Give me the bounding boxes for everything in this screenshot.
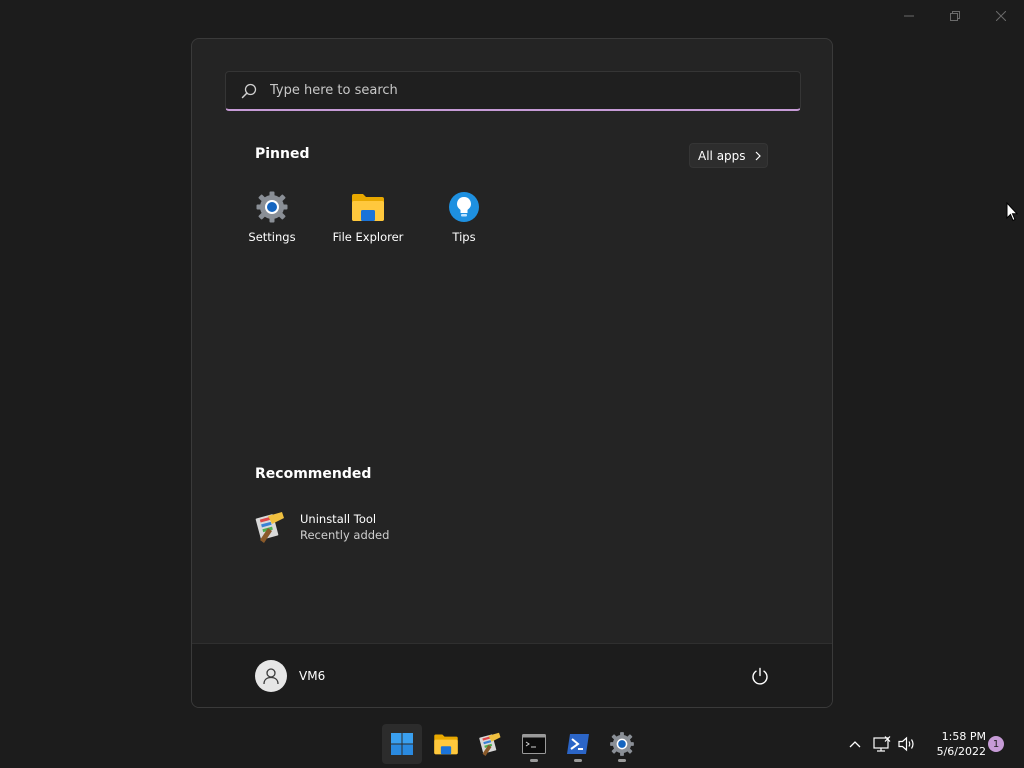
minimize-icon xyxy=(904,15,914,17)
pinned-app-file-explorer[interactable]: File Explorer xyxy=(320,189,416,253)
lightbulb-icon xyxy=(446,189,482,225)
settings-gear-icon xyxy=(610,732,634,756)
windows-logo-icon xyxy=(391,733,413,755)
taskbar-uninstall-tool-button[interactable] xyxy=(470,724,510,764)
recommended-heading: Recommended xyxy=(255,466,372,482)
chevron-right-icon xyxy=(755,151,761,161)
power-icon xyxy=(752,667,768,685)
avatar xyxy=(255,660,287,692)
taskbar-file-explorer-button[interactable] xyxy=(426,724,466,764)
terminal-icon xyxy=(522,734,546,754)
user-name: VM6 xyxy=(299,669,326,683)
show-hidden-icons-button[interactable] xyxy=(844,720,866,768)
chevron-up-icon xyxy=(849,741,861,748)
powershell-icon xyxy=(567,734,589,754)
recommended-item-name: Uninstall Tool xyxy=(300,512,377,526)
taskbar-powershell-button[interactable] xyxy=(558,724,598,764)
search-icon xyxy=(240,82,258,100)
user-icon xyxy=(263,668,279,685)
taskbar-command-prompt-button[interactable] xyxy=(514,724,554,764)
running-indicator xyxy=(574,759,582,762)
folder-icon xyxy=(434,734,458,755)
volume-button[interactable] xyxy=(896,720,918,768)
taskbar-start-button[interactable] xyxy=(382,724,422,764)
mouse-cursor-icon xyxy=(1006,201,1019,226)
all-apps-label: All apps xyxy=(698,148,746,163)
pinned-app-label: File Explorer xyxy=(332,230,404,244)
restore-button[interactable] xyxy=(932,0,978,32)
close-button[interactable] xyxy=(978,0,1024,32)
recommended-item-subtitle: Recently added xyxy=(300,528,390,542)
pinned-app-label: Settings xyxy=(248,230,296,244)
close-icon xyxy=(996,11,1006,21)
minimize-button[interactable] xyxy=(886,0,932,32)
all-apps-button[interactable]: All apps xyxy=(689,143,768,168)
clock-button[interactable]: 1:58 PM 5/6/2022 xyxy=(926,729,986,759)
recommended-item-text: Uninstall Tool Recently added xyxy=(300,511,389,543)
window-controls xyxy=(886,0,1024,32)
pinned-app-label: Tips xyxy=(452,230,476,244)
settings-gear-icon xyxy=(254,189,290,225)
restore-icon xyxy=(950,11,960,21)
recommended-item-uninstall-tool[interactable]: Uninstall Tool Recently added xyxy=(252,507,512,547)
running-indicator xyxy=(530,759,538,762)
clock-date: 5/6/2022 xyxy=(936,745,986,758)
uninstall-tool-icon xyxy=(252,509,288,545)
user-account-button[interactable]: VM6 xyxy=(255,659,325,693)
taskbar: 1:58 PM 5/6/2022 1 xyxy=(0,720,1024,768)
start-menu-footer: VM6 xyxy=(192,643,832,707)
power-button[interactable] xyxy=(748,664,772,688)
notification-badge[interactable]: 1 xyxy=(988,736,1004,752)
running-indicator xyxy=(618,759,626,762)
network-icon xyxy=(873,736,891,752)
network-button[interactable] xyxy=(871,720,893,768)
volume-icon xyxy=(898,736,914,752)
folder-icon xyxy=(350,189,386,225)
search-input[interactable] xyxy=(270,83,750,98)
start-menu: Pinned All apps xyxy=(191,38,833,708)
uninstall-tool-icon xyxy=(479,732,501,756)
pinned-app-settings[interactable]: Settings xyxy=(224,189,320,253)
clock-time: 1:58 PM xyxy=(941,730,986,743)
search-box[interactable] xyxy=(225,71,801,111)
pinned-app-tips[interactable]: Tips xyxy=(416,189,512,253)
taskbar-settings-button[interactable] xyxy=(602,724,642,764)
pinned-heading: Pinned xyxy=(255,146,310,162)
